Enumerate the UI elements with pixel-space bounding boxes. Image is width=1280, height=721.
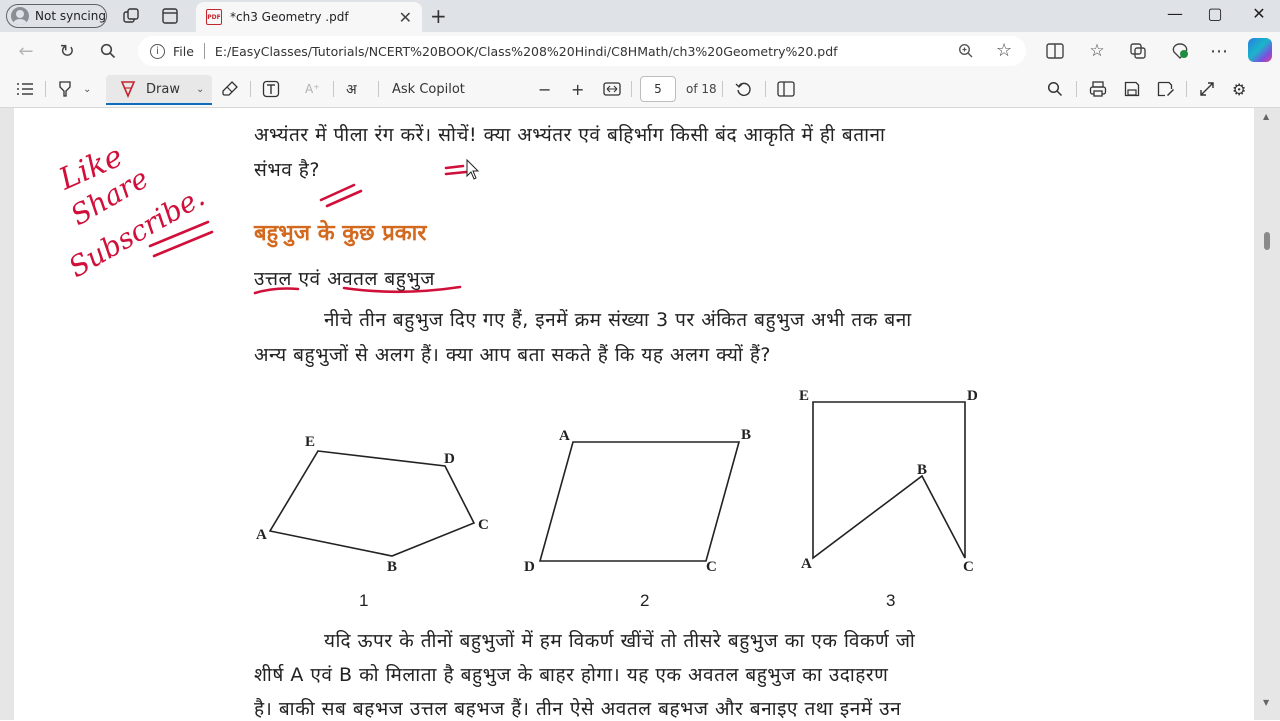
vertex-label: A [559,428,570,444]
ink-stroke [319,183,363,208]
vertex-label: B [917,462,927,478]
vertex-label: D [524,559,535,575]
vertex-label: C [478,517,489,533]
vertex-label: E [799,388,809,404]
vertex-label: C [706,559,717,575]
ink-stroke [444,164,468,176]
polygon-3 [812,401,966,560]
figures-overlay: E D C B A A B C D E D B A C Like Share S… [53,139,978,575]
ink-stroke [342,285,462,294]
polygon-2 [538,441,741,562]
vertex-label: B [387,559,397,575]
ink-stroke [253,287,300,295]
vertex-label: D [967,388,978,404]
vertex-label: A [801,556,812,572]
vertex-label: A [256,527,267,543]
vertex-label: D [444,451,455,467]
vertex-label: E [305,434,315,450]
vertex-label: B [741,427,751,443]
mouse-cursor-icon [466,158,480,180]
vertex-label: C [963,559,974,575]
